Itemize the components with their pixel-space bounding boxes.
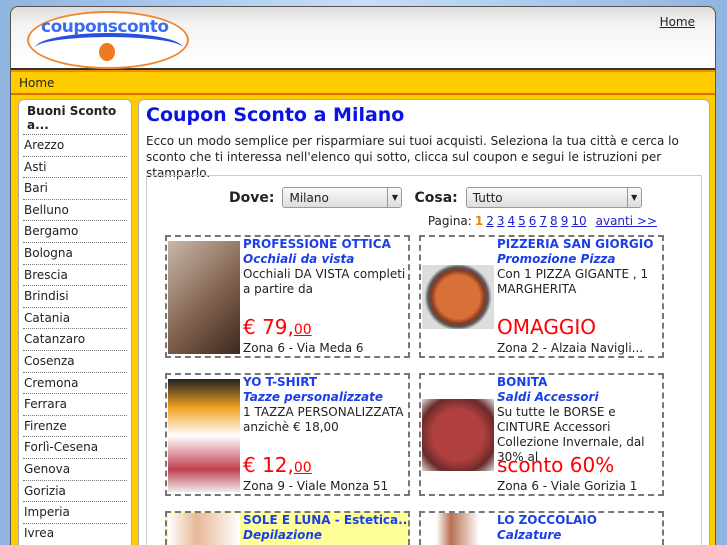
sidebar-item-city[interactable]: Firenze bbox=[23, 416, 127, 438]
next-page-link[interactable]: avanti >> bbox=[596, 214, 657, 228]
breadcrumb-home[interactable]: Home bbox=[19, 76, 54, 90]
price-cents: 00 bbox=[293, 322, 312, 338]
coupon-subtitle: Tazze personalizzate bbox=[243, 390, 383, 404]
coupon-card[interactable]: YO T-SHIRT Tazze personalizzate 1 TAZZA PE… bbox=[165, 373, 410, 496]
coupon-subtitle: Promozione Pizza bbox=[497, 252, 616, 266]
coupon-card[interactable]: PIZZERIA SAN GIORGIO Promozione Pizza Con … bbox=[419, 235, 664, 358]
page-frame: couponsconto Home Home Buoni Sconto a...… bbox=[10, 6, 716, 545]
pagination-label: Pagina: bbox=[427, 214, 472, 228]
coupon-image bbox=[168, 241, 240, 354]
coupon-zone: Zona 6 - Viale Gorizia 1 bbox=[497, 479, 638, 493]
home-link[interactable]: Home bbox=[660, 15, 695, 29]
coupon-name: YO T-SHIRT bbox=[243, 375, 318, 389]
price-value: OMAGGIO bbox=[497, 315, 596, 339]
sidebar-item-city[interactable]: Forlì-Cesena bbox=[23, 437, 127, 459]
price-value: € 12, bbox=[243, 453, 294, 477]
sidebar-item-city[interactable]: Bari bbox=[23, 178, 127, 200]
coupon-card[interactable]: SOLE E LUNA - Estetica... Depilazione bbox=[165, 511, 410, 545]
coupon-zone: Zona 2 - Alzaia Navigli... bbox=[497, 341, 644, 355]
sidebar-item-city[interactable]: Imperia bbox=[23, 502, 127, 524]
cosa-select[interactable]: Tutto ▼ bbox=[465, 187, 642, 208]
page-link[interactable]: 5 bbox=[518, 214, 526, 228]
logo-text: couponsconto bbox=[41, 17, 169, 37]
coupon-subtitle: Calzature bbox=[497, 528, 562, 542]
dove-label: Dove: bbox=[229, 189, 275, 206]
price-cents: 00 bbox=[293, 460, 312, 476]
sidebar-item-city[interactable]: Brescia bbox=[23, 265, 127, 287]
page-title: Coupon Sconto a Milano bbox=[146, 104, 405, 126]
page-link[interactable]: 4 bbox=[507, 214, 515, 228]
coupon-subtitle: Depilazione bbox=[243, 528, 323, 542]
cosa-label: Cosa: bbox=[414, 189, 458, 206]
price-value: € 79, bbox=[243, 315, 294, 339]
sidebar-item-city[interactable]: Cremona bbox=[23, 373, 127, 395]
sidebar-item-city[interactable]: Cosenza bbox=[23, 351, 127, 373]
sidebar-item-city[interactable]: Ivrea bbox=[23, 524, 127, 540]
cosa-value: Tutto bbox=[472, 191, 503, 205]
sidebar-item-city[interactable]: Belluno bbox=[23, 200, 127, 222]
coupon-subtitle: Saldi Accessori bbox=[497, 390, 599, 404]
piggy-bank-icon bbox=[99, 43, 115, 61]
breadcrumb: Home bbox=[11, 70, 715, 95]
coupon-name: SOLE E LUNA - Estetica... bbox=[243, 513, 406, 527]
sidebar-item-city[interactable]: Bologna bbox=[23, 243, 127, 265]
coupon-price: OMAGGIO bbox=[497, 315, 596, 339]
sidebar-item-city[interactable]: Ferrara bbox=[23, 394, 127, 416]
coupon-desc: 1 TAZZA PERSONALIZZATA anzichè € 18,00 bbox=[243, 405, 404, 434]
sidebar: Buoni Sconto a... Arezzo Asti Bari Belluno B… bbox=[18, 99, 132, 545]
coupon-name: BONITA bbox=[497, 375, 548, 389]
sidebar-item-city[interactable]: Bergamo bbox=[23, 221, 127, 243]
coupon-image bbox=[422, 265, 494, 329]
coupon-image bbox=[422, 399, 494, 471]
coupon-price: € 12,00 bbox=[243, 453, 312, 477]
sidebar-item-city[interactable]: Genova bbox=[23, 459, 127, 481]
logo[interactable]: couponsconto bbox=[27, 11, 189, 69]
header: couponsconto Home bbox=[11, 7, 715, 70]
sidebar-title: Buoni Sconto a... bbox=[23, 104, 127, 135]
coupon-desc: Occhiali DA VISTA completi a partire da bbox=[243, 267, 406, 296]
coupon-zone: Zona 9 - Viale Monza 51 bbox=[243, 479, 389, 493]
coupon-card[interactable]: BONITA Saldi Accessori Su tutte le BORSE e… bbox=[419, 373, 664, 496]
page-link[interactable]: 8 bbox=[550, 214, 558, 228]
page-link[interactable]: 9 bbox=[561, 214, 569, 228]
page-current: 1 bbox=[474, 214, 484, 228]
sidebar-item-city[interactable]: Brindisi bbox=[23, 286, 127, 308]
intro-text: Ecco un modo semplice per risparmiare su… bbox=[146, 134, 679, 180]
sidebar-item-city[interactable]: Gorizia bbox=[23, 481, 127, 503]
page-link[interactable]: 6 bbox=[529, 214, 537, 228]
coupon-image bbox=[422, 513, 494, 545]
price-value: sconto 60% bbox=[497, 453, 615, 477]
page-link[interactable]: 2 bbox=[486, 214, 494, 228]
coupon-panel: Dove: Milano ▼ Cosa: Tutto ▼ Pagina: 1 2 3 4 5 6… bbox=[146, 175, 702, 545]
sidebar-item-city[interactable]: Catanzaro bbox=[23, 329, 127, 351]
main-content: Coupon Sconto a Milano Ecco un modo semp… bbox=[138, 99, 710, 545]
coupon-zone: Zona 6 - Via Meda 6 bbox=[243, 341, 364, 355]
coupon-image bbox=[168, 379, 240, 492]
coupon-name: PROFESSIONE OTTICA bbox=[243, 237, 391, 251]
coupon-name: PIZZERIA SAN GIORGIO bbox=[497, 237, 654, 251]
page-link[interactable]: 7 bbox=[539, 214, 547, 228]
coupon-subtitle: Occhiali da vista bbox=[243, 252, 355, 266]
page-link[interactable]: 10 bbox=[571, 214, 586, 228]
coupon-name: LO ZOCCOLAIO bbox=[497, 513, 597, 527]
sidebar-item-city[interactable]: Arezzo bbox=[23, 135, 127, 157]
page-link[interactable]: 3 bbox=[497, 214, 505, 228]
coupon-desc: Con 1 PIZZA GIGANTE , 1 MARGHERITA bbox=[497, 267, 649, 296]
filters: Dove: Milano ▼ Cosa: Tutto ▼ bbox=[229, 187, 654, 208]
chevron-down-icon: ▼ bbox=[387, 188, 401, 207]
coupon-image bbox=[168, 513, 240, 545]
chevron-down-icon: ▼ bbox=[626, 188, 641, 207]
sidebar-item-city[interactable]: Catania bbox=[23, 308, 127, 330]
coupon-price: sconto 60% bbox=[497, 453, 614, 477]
coupon-card[interactable]: LO ZOCCOLAIO Calzature bbox=[419, 511, 664, 545]
dove-select[interactable]: Milano ▼ bbox=[282, 187, 403, 208]
coupon-price: € 79,00 bbox=[243, 315, 312, 339]
dove-value: Milano bbox=[289, 191, 329, 205]
sidebar-item-city[interactable]: Asti bbox=[23, 157, 127, 179]
coupon-card[interactable]: PROFESSIONE OTTICA Occhiali da vista Occhi… bbox=[165, 235, 410, 358]
pagination: Pagina: 1 2 3 4 5 6 7 8 9 10 avanti >> bbox=[428, 214, 657, 228]
